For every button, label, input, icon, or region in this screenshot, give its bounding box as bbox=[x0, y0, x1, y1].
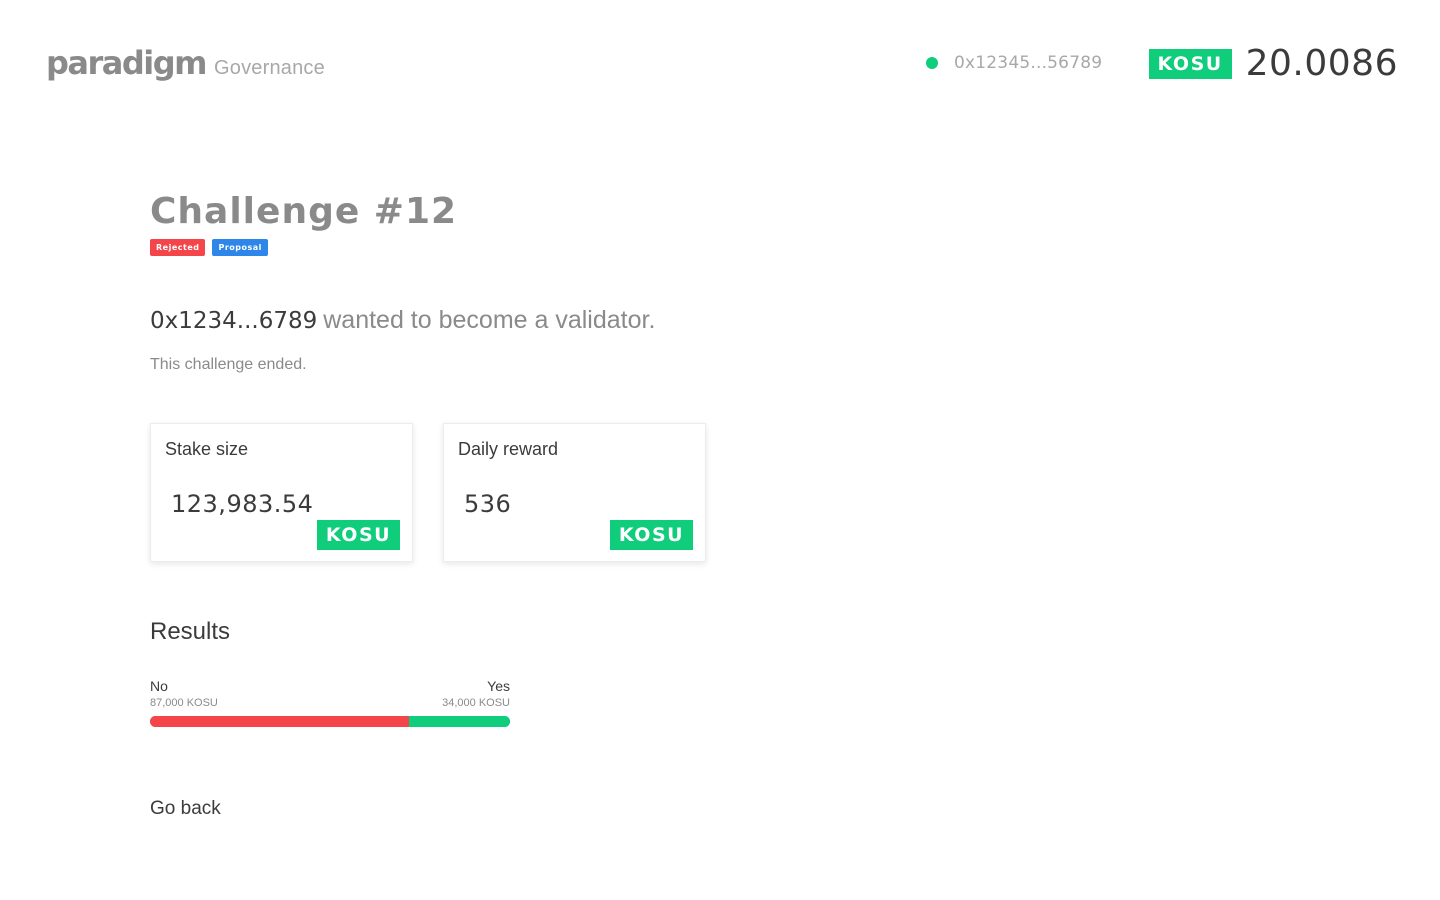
challenge-details: Challenge #12 Rejected Proposal 0x1234..… bbox=[150, 190, 1050, 819]
no-votes-bar bbox=[150, 716, 409, 727]
proposal-badge: Proposal bbox=[212, 239, 268, 256]
balance-unit-badge: KOSU bbox=[1148, 48, 1232, 79]
yes-votes-bar bbox=[408, 716, 510, 727]
card-value: 536 bbox=[464, 490, 512, 518]
yes-label: Yes bbox=[487, 678, 510, 694]
stats-cards: Stake size 123,983.54 KOSU Daily reward … bbox=[150, 423, 706, 562]
page-title: Challenge #12 bbox=[150, 191, 458, 232]
logo-wordmark: paradigm bbox=[46, 44, 208, 82]
card-label: Stake size bbox=[165, 439, 249, 459]
logo-subtitle: Governance bbox=[214, 57, 325, 79]
rejected-badge: Rejected bbox=[150, 239, 206, 256]
balance-value: 20.0086 bbox=[1245, 43, 1398, 84]
vote-progress-bar bbox=[150, 716, 510, 727]
header: paradigm Governance 0x12345...56789 KOSU… bbox=[0, 0, 1440, 130]
no-label: No bbox=[150, 678, 168, 694]
results-heading: Results bbox=[150, 618, 231, 645]
kosu-unit-badge: KOSU bbox=[317, 520, 400, 550]
yes-amount: 34,000 KOSU bbox=[442, 697, 510, 709]
vote-labels: No Yes bbox=[150, 678, 510, 694]
balance: KOSU 20.0086 bbox=[1148, 43, 1398, 84]
logo[interactable]: paradigm Governance bbox=[46, 44, 325, 82]
connected-status-dot-icon bbox=[926, 57, 938, 69]
challenge-summary: 0x1234...6789 wanted to become a validato… bbox=[150, 306, 655, 335]
no-amount: 87,000 KOSU bbox=[150, 697, 218, 709]
summary-text: wanted to become a validator. bbox=[323, 306, 656, 334]
daily-reward-card: Daily reward 536 KOSU bbox=[443, 423, 706, 562]
stake-size-card: Stake size 123,983.54 KOSU bbox=[150, 423, 413, 562]
account-address: 0x12345...56789 bbox=[954, 53, 1103, 73]
account-indicator[interactable]: 0x12345...56789 bbox=[926, 53, 1102, 73]
validator-address: 0x1234...6789 bbox=[150, 308, 318, 334]
vote-results: No Yes 87,000 KOSU 34,000 KOSU bbox=[150, 678, 510, 727]
go-back-link[interactable]: Go back bbox=[150, 798, 221, 820]
card-value: 123,983.54 bbox=[171, 490, 314, 518]
kosu-unit-badge: KOSU bbox=[610, 520, 693, 550]
card-label: Daily reward bbox=[458, 439, 559, 459]
status-tags: Rejected Proposal bbox=[150, 239, 1050, 256]
vote-amounts: 87,000 KOSU 34,000 KOSU bbox=[150, 694, 510, 709]
challenge-status-text: This challenge ended. bbox=[150, 356, 307, 373]
